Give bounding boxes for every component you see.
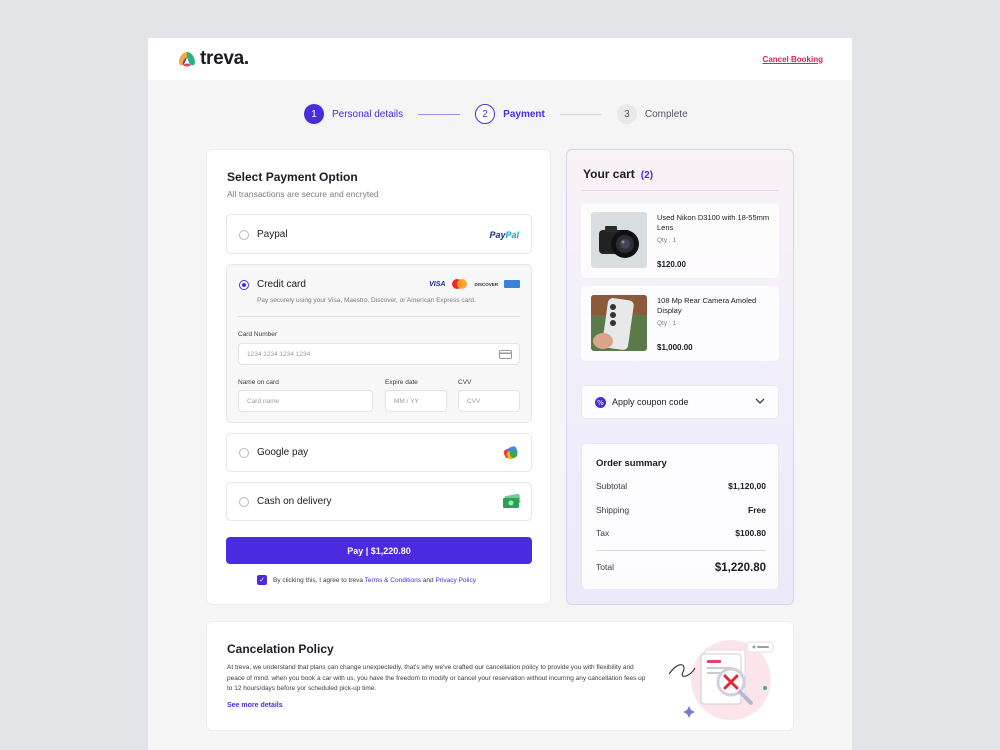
paypal-logo-icon: PayPal [489,230,519,240]
booking-page: treva. Cancel Booking 1 Personal details… [148,38,852,750]
privacy-link[interactable]: Privacy Policy [435,577,475,584]
divider [238,316,520,317]
subtotal-row: Subtotal $1,120,00 [596,481,766,491]
payment-options-card: Select Payment Option All transactions a… [206,149,551,605]
cart-count: (2) [640,170,654,181]
item-name: 108 Mp Rear Camera Amoled Display [657,296,757,315]
radio-paypal[interactable] [239,230,249,240]
option-label: Google pay [257,447,309,458]
step-label: Payment [503,108,545,120]
expire-placeholder: MM / YY [394,397,419,405]
svg-text:%: % [597,399,604,407]
agree-text: By clicking this, I agree to treva Terms… [273,576,476,584]
step-number: 3 [616,104,637,124]
coupon-icon: % [595,396,606,408]
name-placeholder: Card name [247,397,280,405]
discover-icon: DISCOVER [474,281,498,287]
policy-title: Cancelation Policy [227,642,334,656]
pay-button[interactable]: Pay | $1,220.80 [226,537,532,564]
option-label: Cash on delivery [257,496,332,507]
name-on-card-input[interactable]: Card name [238,390,373,412]
item-price: $1,000.00 [657,343,693,352]
option-label: Paypal [257,229,288,240]
option-credit-card[interactable]: Credit card VISA DISCOVER Pay securely u… [226,264,532,423]
step-connector [559,113,602,115]
cart-item[interactable]: 108 Mp Rear Camera Amoled Display Qty : … [581,286,779,361]
order-summary: Order summary Subtotal $1,120,00 Shipping… [581,443,779,590]
item-name: Used Nikon D3100 with 18-55mm Lens [657,213,770,232]
see-more-details-link[interactable]: See more details [227,702,283,709]
divider [596,550,766,551]
checkout-stepper: 1 Personal details 2 Payment 3 Complete [304,104,688,124]
card-brands: VISA DISCOVER [429,279,520,289]
cart-title: Your cart (2) [583,167,654,181]
step-label: Personal details [332,108,404,120]
option-label: Credit card [257,279,306,290]
tax-row: Tax $100.80 [596,528,766,538]
google-pay-icon [503,446,518,460]
terms-agreement: ✓ By clicking this, I agree to treva Ter… [257,575,476,585]
expire-date-input[interactable]: MM / YY [385,390,447,412]
option-google-pay[interactable]: Google pay [226,433,532,472]
name-on-card-label: Name on card [238,379,279,386]
step-number: 2 [475,104,496,124]
cancel-booking-link[interactable]: Cancel Booking [763,55,823,64]
credit-card-description: Pay securely using your Visa, Maestro, D… [257,297,476,304]
cvv-label: CVV [458,379,472,386]
radio-credit-card[interactable] [239,280,249,290]
logo[interactable]: treva. [177,48,249,70]
camera-thumbnail [591,212,647,268]
brand-name: treva. [200,48,249,69]
top-bar: treva. Cancel Booking [148,38,852,80]
divider [581,190,779,191]
card-number-input[interactable]: 1234 1234 1234 1234 [238,343,520,365]
phone-thumbnail [591,295,647,351]
cvv-placeholder: CVV [467,397,481,405]
treva-logo-icon [179,52,195,67]
policy-text: At treva, we understand that plans can c… [227,664,646,692]
chevron-down-icon [755,398,765,404]
item-qty: Qty : 1 [657,320,677,327]
payment-subtitle: All transactions are secure and encryted [227,189,379,199]
step-number: 1 [304,104,324,124]
step-connector [418,113,461,115]
mastercard-icon [452,279,468,289]
cancelation-policy-card: Cancelation Policy At treva, we understa… [206,621,794,731]
step-complete[interactable]: 3 Complete [616,104,688,124]
coupon-label: Apply coupon code [612,397,689,407]
total-row: Total $1,220.80 [596,562,766,574]
summary-title: Order summary [596,458,667,469]
radio-google-pay[interactable] [239,448,249,458]
shipping-row: Shipping Free [596,505,766,515]
step-label: Complete [644,108,688,120]
step-personal-details[interactable]: 1 Personal details [304,104,403,124]
card-icon [499,350,512,359]
step-payment[interactable]: 2 Payment [475,104,545,124]
option-cash-on-delivery[interactable]: Cash on delivery [226,482,532,521]
cart-panel: Your cart (2) Used Nikon D3100 with 18-55… [566,149,794,605]
terms-link[interactable]: Terms & Conditions [365,577,421,584]
expire-date-label: Expire date [385,379,418,386]
item-price: $120.00 [657,260,686,269]
cancel-document-illustration [668,640,774,720]
apply-coupon-dropdown[interactable]: % Apply coupon code [581,385,779,419]
visa-icon: VISA [429,280,446,288]
amex-icon [504,280,520,288]
item-qty: Qty : 1 [657,237,677,244]
card-number-label: Card Number [238,331,278,338]
card-number-placeholder: 1234 1234 1234 1234 [247,350,311,358]
cart-item[interactable]: Used Nikon D3100 with 18-55mm Lens Qty :… [581,203,779,278]
option-paypal[interactable]: Paypal PayPal [226,214,532,254]
cvv-input[interactable]: CVV [458,390,520,412]
agree-checkbox[interactable]: ✓ [257,575,267,585]
cash-icon [503,494,521,508]
payment-title: Select Payment Option [227,170,358,184]
radio-cash[interactable] [239,497,249,507]
